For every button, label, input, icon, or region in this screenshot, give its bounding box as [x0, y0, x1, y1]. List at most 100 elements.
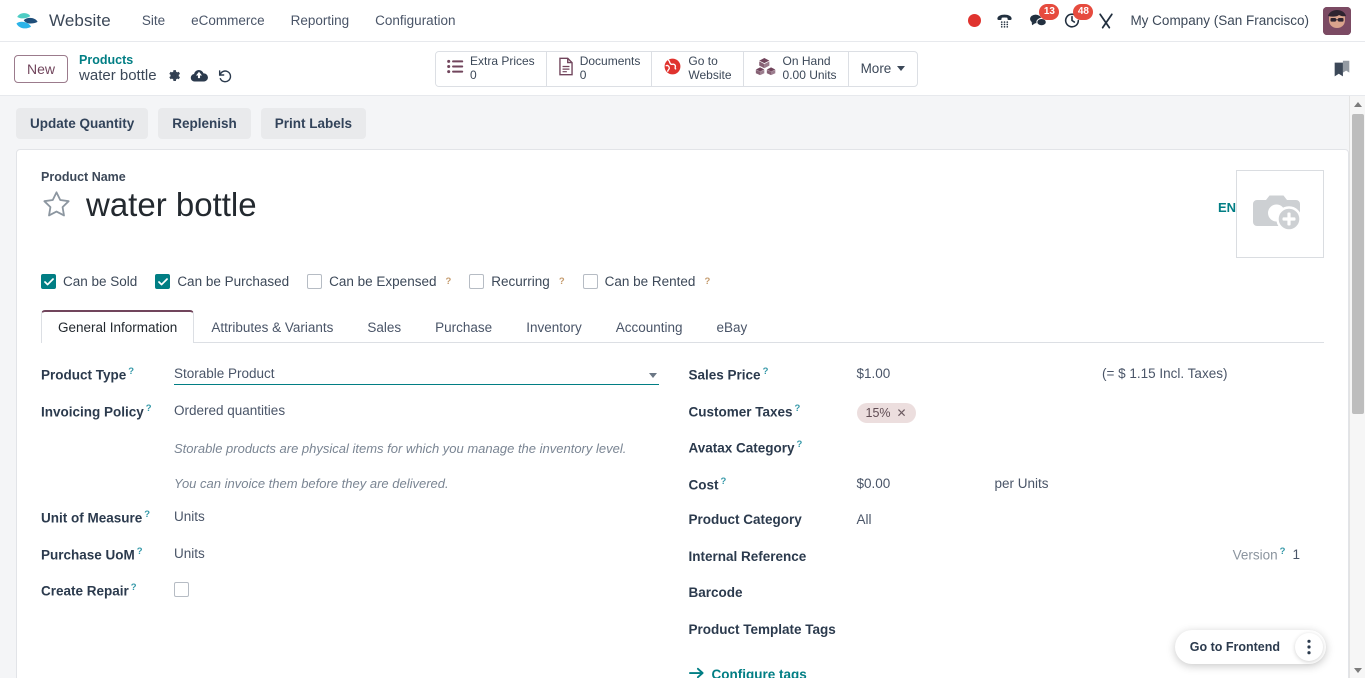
menu-item-ecommerce[interactable]: eCommerce [178, 7, 278, 34]
save-cloud-icon[interactable] [190, 68, 208, 83]
avatax-category-value[interactable] [857, 436, 1303, 439]
scroll-down-arrow[interactable] [1350, 662, 1365, 678]
stat-label: On Hand [782, 54, 831, 69]
checkbox-recurring[interactable]: Recurring ? [469, 274, 565, 289]
configure-tags-link[interactable]: Configure tags [688, 667, 807, 678]
help-tooltip-icon[interactable]: ? [137, 546, 143, 557]
tab-accounting[interactable]: Accounting [599, 311, 700, 343]
version-label: Version? [1232, 545, 1286, 563]
checkbox-label[interactable]: Can be Rented [605, 274, 696, 289]
stat-button-documents[interactable]: Documents 0 [546, 51, 653, 86]
checkbox-label[interactable]: Recurring [491, 274, 550, 289]
tab-sales[interactable]: Sales [350, 311, 418, 343]
product-image-placeholder[interactable] [1236, 170, 1324, 258]
chevron-down-icon [649, 373, 657, 378]
help-tooltip-icon[interactable]: ? [146, 403, 152, 414]
update-quantity-button[interactable]: Update Quantity [16, 108, 149, 139]
field-avatax-category: Avatax Category? [689, 436, 1303, 473]
barcode-value[interactable] [857, 582, 1303, 585]
menu-item-reporting[interactable]: Reporting [278, 7, 363, 34]
phone-dialpad-icon[interactable] [995, 11, 1014, 30]
scrollbar-thumb[interactable] [1352, 114, 1364, 414]
breadcrumb-parent[interactable]: Products [79, 53, 233, 67]
record-dot-icon[interactable] [968, 14, 982, 27]
purchase-uom-value[interactable]: Units [174, 543, 661, 561]
tab-purchase[interactable]: Purchase [418, 311, 509, 343]
print-labels-button[interactable]: Print Labels [260, 108, 367, 139]
messages-icon[interactable]: 13 [1028, 4, 1060, 30]
tab-attributes-variants[interactable]: Attributes & Variants [194, 311, 350, 343]
checkbox-box[interactable] [307, 274, 323, 289]
stat-button-go-to-website[interactable]: Go to Website [652, 51, 744, 86]
chatter-toggle-icon[interactable] [1331, 58, 1353, 80]
help-tooltip-icon[interactable]: ? [704, 276, 710, 287]
checkbox-label[interactable]: Can be Purchased [177, 274, 289, 289]
vertical-scrollbar[interactable] [1349, 96, 1365, 678]
help-tooltip-icon[interactable]: ? [721, 476, 727, 487]
activities-icon[interactable]: 48 [1062, 4, 1094, 30]
tax-tag[interactable]: 15% ✕ [856, 402, 916, 423]
stat-button-extra-prices[interactable]: Extra Prices 0 [436, 51, 547, 86]
checkbox-can-be-purchased[interactable]: Can be Purchased [155, 274, 289, 289]
checkbox-box[interactable] [41, 274, 56, 289]
checkbox-can-be-expensed[interactable]: Can be Expensed ? [307, 274, 451, 289]
help-tooltip-icon[interactable]: ? [445, 276, 451, 287]
field-purchase-uom: Purchase UoM? Units [41, 543, 661, 580]
field-label: Avatax Category? [688, 439, 803, 456]
user-avatar[interactable] [1323, 6, 1351, 35]
language-badge[interactable]: EN [1218, 200, 1236, 215]
internal-reference-value[interactable] [857, 546, 1233, 549]
help-tooltip-icon[interactable]: ? [128, 366, 134, 377]
tab-general-information[interactable]: General Information [41, 310, 195, 343]
company-switcher[interactable]: My Company (San Francisco) [1130, 13, 1309, 28]
sales-price-value[interactable]: $1.00 [857, 363, 1103, 381]
menu-item-site[interactable]: Site [129, 7, 178, 34]
help-tooltip-icon[interactable]: ? [797, 439, 803, 450]
product-name-label: Product Name [41, 170, 126, 184]
menu-item-configuration[interactable]: Configuration [362, 7, 468, 34]
remove-tag-icon[interactable]: ✕ [897, 406, 907, 420]
checkbox-can-be-rented[interactable]: Can be Rented ? [582, 274, 710, 289]
go-to-frontend-button[interactable]: Go to Frontend [1178, 634, 1292, 660]
odoo-logo-icon [14, 8, 40, 34]
tab-ebay[interactable]: eBay [700, 311, 765, 343]
create-repair-checkbox[interactable] [174, 582, 189, 597]
field-product-category: Product Category All [689, 509, 1303, 546]
more-dropdown-button[interactable]: More [849, 52, 918, 86]
invoicing-policy-value[interactable]: Ordered quantities [174, 400, 661, 418]
product-name-value[interactable]: water bottle [86, 187, 257, 223]
gear-icon[interactable] [166, 68, 181, 83]
help-tooltip-icon[interactable]: ? [144, 509, 150, 520]
help-tooltip-icon[interactable]: ? [559, 276, 565, 287]
help-tooltip-icon[interactable]: ? [795, 403, 801, 414]
checkbox-label[interactable]: Can be Sold [63, 274, 137, 289]
product-template-tags-value[interactable] [857, 619, 1303, 622]
tools-icon[interactable] [1096, 11, 1116, 31]
chevron-down-icon [897, 66, 906, 71]
help-tooltip-icon[interactable]: ? [131, 582, 137, 593]
unit-of-measure-value[interactable]: Units [174, 506, 661, 524]
checkbox-box[interactable] [155, 274, 171, 289]
help-tooltip-icon[interactable]: ? [763, 366, 769, 377]
field-product-type: Product Type? Storable Product [41, 363, 661, 400]
product-title-block: Product Name water bottle EN [41, 170, 1324, 258]
brand-home-link[interactable]: Website [14, 8, 111, 34]
stat-button-on-hand[interactable]: On Hand 0.00 Units [743, 51, 849, 86]
frontend-widget: Go to Frontend [1174, 630, 1326, 664]
scroll-up-arrow[interactable] [1350, 96, 1365, 112]
checkbox-box[interactable] [469, 274, 485, 289]
help-tooltip-icon[interactable]: ? [1280, 546, 1286, 557]
product-category-value[interactable]: All [857, 509, 1303, 527]
checkbox-box[interactable] [582, 274, 598, 289]
product-type-select[interactable]: Storable Product [174, 366, 659, 385]
cost-value[interactable]: $0.00 [857, 473, 995, 491]
kebab-menu-icon[interactable] [1295, 633, 1323, 661]
new-button[interactable]: New [14, 54, 69, 83]
favorite-star-icon[interactable] [41, 189, 72, 220]
list-icon [447, 59, 464, 79]
checkbox-can-be-sold[interactable]: Can be Sold [41, 274, 137, 289]
discard-undo-icon[interactable] [217, 68, 233, 84]
checkbox-label[interactable]: Can be Expensed [329, 274, 436, 289]
tab-inventory[interactable]: Inventory [509, 311, 599, 343]
replenish-button[interactable]: Replenish [158, 108, 251, 139]
